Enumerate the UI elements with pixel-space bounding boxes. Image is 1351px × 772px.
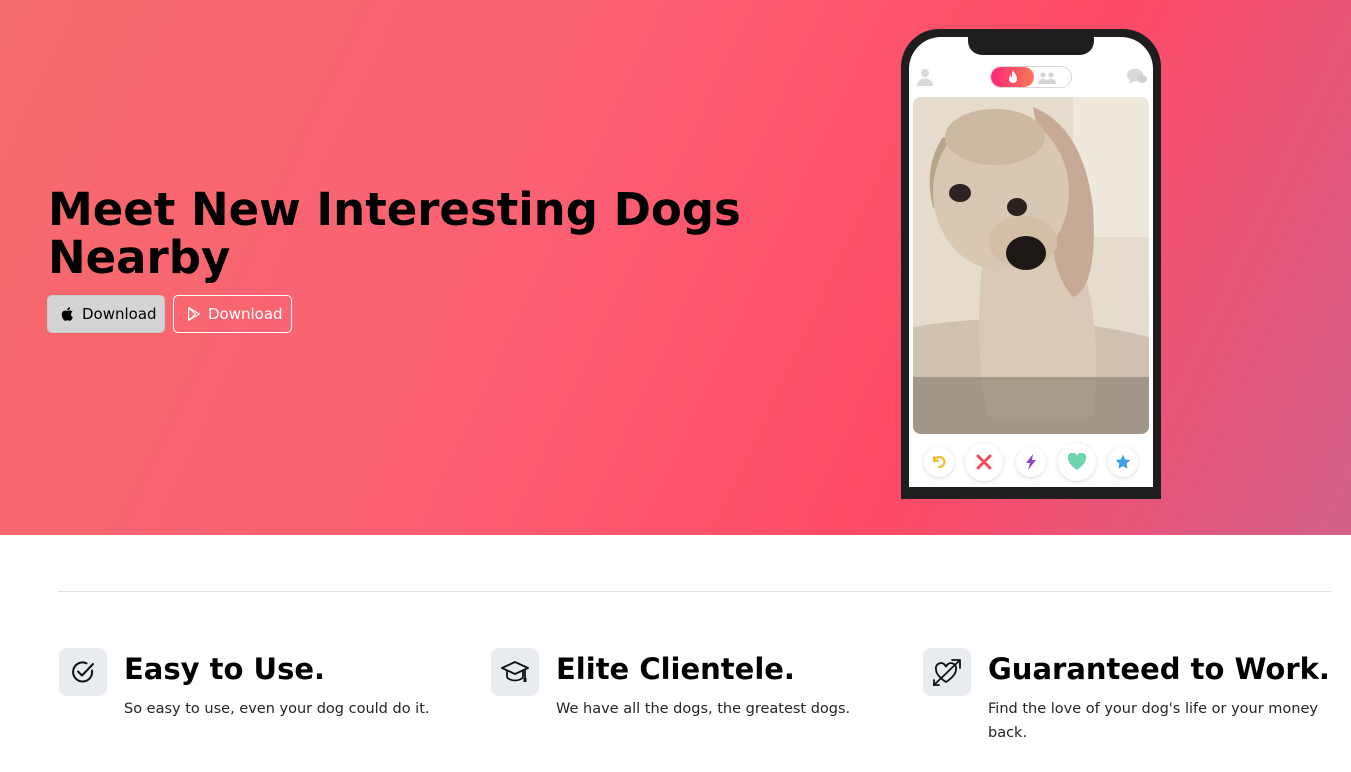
- phone-screen: [909, 37, 1153, 487]
- group-icon: [1037, 70, 1057, 87]
- boost-bolt-icon: [1026, 454, 1036, 470]
- dog-photo: [913, 97, 1149, 434]
- boost-button[interactable]: [1016, 447, 1046, 477]
- dog-profile-card[interactable]: [913, 97, 1149, 434]
- profile-icon: [917, 68, 933, 90]
- feature-text: Find the love of your dog's life or your…: [988, 701, 1318, 741]
- feature-title: Guaranteed to Work.: [988, 652, 1330, 686]
- super-like-star-icon: [1115, 454, 1131, 469]
- play-store-download-label: Download: [208, 305, 283, 323]
- app-store-download-button[interactable]: Download: [47, 295, 165, 333]
- discovery-mode-toggle[interactable]: [990, 66, 1072, 88]
- nope-button[interactable]: [965, 443, 1003, 481]
- chat-icon: [1127, 68, 1147, 90]
- phone-notch: [968, 37, 1094, 55]
- apple-icon: [61, 307, 73, 321]
- play-store-download-button[interactable]: Download: [173, 295, 292, 333]
- check-circle-icon: [59, 648, 107, 696]
- app-store-download-label: Download: [82, 305, 157, 323]
- play-store-icon: [188, 307, 200, 321]
- hero-title: Meet New Interesting Dogs Nearby: [48, 183, 741, 284]
- card-action-bar: [909, 441, 1153, 481]
- feature-title: Easy to Use.: [124, 652, 326, 686]
- nope-x-icon: [976, 454, 992, 470]
- graduation-cap-icon: [491, 648, 539, 696]
- phone-mockup: [901, 29, 1161, 499]
- rewind-button[interactable]: [924, 447, 954, 477]
- feature-text: So easy to use, even your dog could do i…: [124, 701, 430, 717]
- hero-section: Meet New Interesting Dogs Nearby Downloa…: [0, 0, 1351, 535]
- section-divider: [58, 591, 1331, 592]
- feature-text: We have all the dogs, the greatest dogs.: [556, 701, 851, 717]
- flame-icon: [991, 67, 1034, 87]
- super-like-button[interactable]: [1108, 447, 1138, 477]
- rewind-icon: [933, 455, 946, 469]
- heart-arrow-icon: [923, 648, 971, 696]
- like-heart-icon: [1067, 453, 1087, 470]
- like-button[interactable]: [1058, 443, 1096, 481]
- feature-title: Elite Clientele.: [556, 652, 795, 686]
